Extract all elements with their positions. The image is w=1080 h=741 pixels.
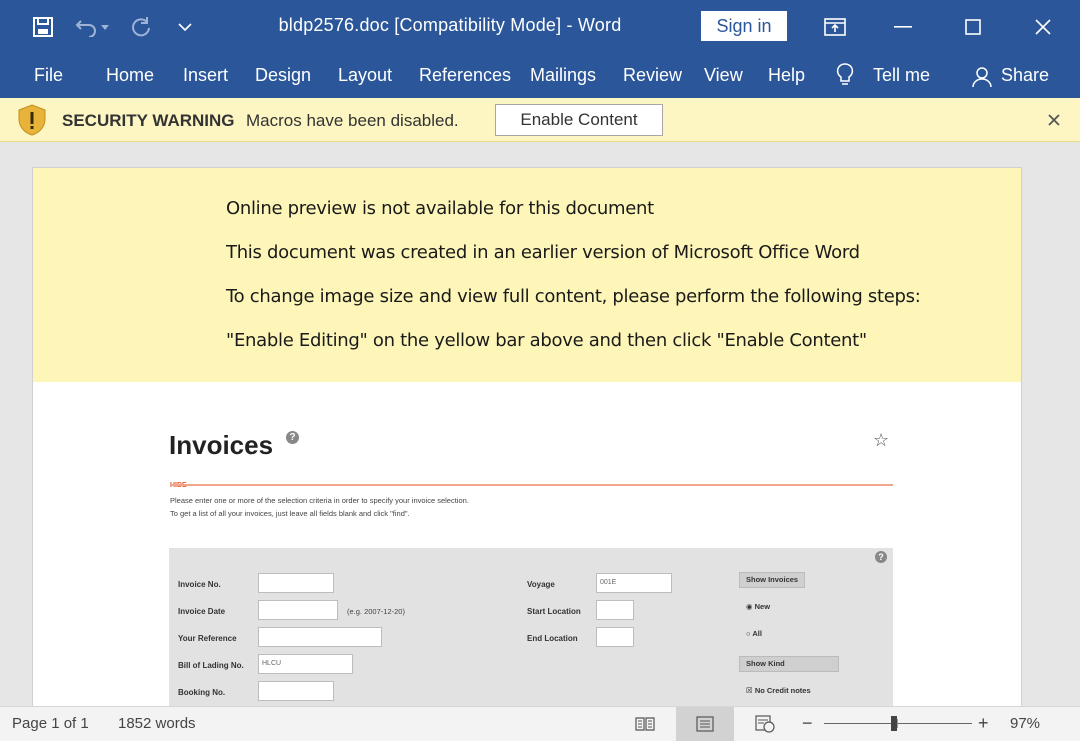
bill-of-lading-label: Bill of Lading No. [178, 661, 244, 670]
no-credit-notes-label: No Credit notes [754, 686, 811, 695]
tell-me-search[interactable]: Tell me [873, 65, 930, 86]
invoice-no-label: Invoice No. [178, 580, 221, 589]
invoice-date-label: Invoice Date [178, 607, 226, 616]
share-button[interactable]: Share [1001, 65, 1049, 86]
close-warning-icon[interactable] [1042, 108, 1066, 132]
security-warning-message: Macros have been disabled. [246, 111, 459, 130]
booking-no-label: Booking No. [178, 688, 226, 697]
date-format-hint: (e.g. 2007-12-20) [347, 607, 405, 616]
invoices-title: Invoices [169, 430, 274, 460]
zoom-100-tick [897, 719, 898, 728]
close-icon[interactable] [1020, 0, 1066, 54]
tab-mailings[interactable]: Mailings [530, 65, 596, 86]
tab-layout[interactable]: Layout [338, 65, 392, 86]
ribbon-tabs: File Home Insert Design Layout Reference… [0, 54, 1080, 98]
tab-insert[interactable]: Insert [183, 65, 228, 86]
radio-new: ◉ New [746, 602, 771, 611]
word-count[interactable]: 1852 words [118, 715, 196, 732]
voyage-input: 001E [596, 573, 672, 593]
share-person-icon[interactable] [972, 66, 994, 93]
your-reference-input [258, 627, 382, 647]
tab-help[interactable]: Help [768, 65, 805, 86]
your-reference-label: Your Reference [178, 634, 237, 643]
booking-no-input [258, 681, 334, 701]
show-kind-header: Show Kind [739, 656, 839, 672]
notice-line-4: "Enable Editing" on the yellow bar above… [226, 330, 867, 351]
start-location-label: Start Location [527, 607, 581, 616]
end-location-label: End Location [527, 634, 578, 643]
preview-notice: Online preview is not available for this… [33, 168, 1021, 382]
tab-view[interactable]: View [704, 65, 743, 86]
zoom-slider-thumb[interactable] [890, 716, 897, 731]
start-location-input [596, 600, 634, 620]
sign-in-button[interactable]: Sign in [701, 11, 787, 41]
notice-line-1: Online preview is not available for this… [226, 198, 654, 219]
tab-file[interactable]: File [34, 65, 63, 86]
minimize-icon[interactable] [880, 0, 926, 54]
radio-new-label: New [754, 602, 771, 611]
checkbox-no-credit-notes: ☒ No Credit notes [746, 686, 811, 695]
star-icon: ☆ [873, 430, 890, 450]
radio-all-label: All [752, 629, 762, 638]
security-warning-title: SECURITY WARNING [62, 111, 235, 130]
radio-all: ○ All [746, 629, 762, 638]
status-bar: Page 1 of 1 1852 words − + 97% [0, 706, 1080, 741]
show-invoices-header: Show Invoices [739, 572, 806, 588]
tab-review[interactable]: Review [623, 65, 682, 86]
end-location-input [596, 627, 634, 647]
invoice-note-1: Please enter one or more of the selectio… [170, 496, 469, 505]
document-page[interactable]: Online preview is not available for this… [32, 167, 1022, 706]
zoom-in-button[interactable]: + [978, 713, 989, 734]
title-bar: bldp2576.doc [Compatibility Mode] - Word… [0, 0, 1080, 54]
invoice-note-2: To get a list of all your invoices, just… [170, 509, 410, 518]
print-layout-icon[interactable] [676, 707, 734, 741]
notice-line-2: This document was created in an earlier … [226, 242, 860, 263]
invoice-date-input [258, 600, 338, 620]
invoice-search-form: ? Invoice No. Invoice Date (e.g. 2007-12… [169, 548, 893, 706]
ribbon-display-options-icon[interactable] [812, 0, 858, 54]
read-mode-icon[interactable] [616, 707, 674, 741]
web-layout-icon[interactable] [736, 707, 794, 741]
voyage-label: Voyage [527, 580, 555, 589]
zoom-out-button[interactable]: − [802, 713, 813, 734]
enable-content-button[interactable]: Enable Content [495, 104, 663, 136]
zoom-slider-track[interactable] [824, 723, 972, 724]
bill-of-lading-input: HLCU [258, 654, 353, 674]
tab-references[interactable]: References [419, 65, 511, 86]
zoom-level[interactable]: 97% [1010, 715, 1040, 732]
document-area[interactable]: Online preview is not available for this… [0, 142, 1080, 706]
tab-design[interactable]: Design [255, 65, 311, 86]
invoice-no-input [258, 573, 334, 593]
page-count[interactable]: Page 1 of 1 [12, 715, 89, 732]
maximize-icon[interactable] [950, 0, 996, 54]
warning-shield-icon [15, 103, 49, 137]
lightbulb-icon [836, 63, 854, 92]
form-help-icon: ? [875, 551, 887, 563]
help-icon: ? [286, 431, 299, 444]
notice-line-3: To change image size and view full conte… [226, 286, 921, 307]
divider [170, 484, 893, 486]
tab-home[interactable]: Home [106, 65, 154, 86]
